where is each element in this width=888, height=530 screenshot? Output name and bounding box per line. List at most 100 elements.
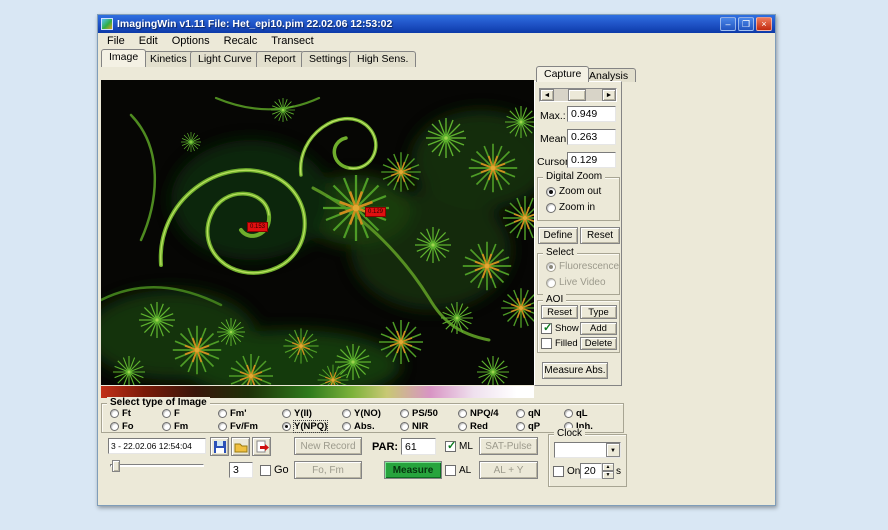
par-field[interactable]	[401, 438, 436, 455]
define-button[interactable]: Define	[538, 227, 578, 244]
aoi-reset-button[interactable]: Reset	[541, 305, 578, 319]
menu-edit[interactable]: Edit	[132, 35, 165, 47]
clock-interval-field[interactable]	[580, 463, 602, 479]
image-type-fm[interactable]: Fm	[162, 421, 218, 432]
aoi-add-button[interactable]: Add	[580, 322, 617, 335]
cursor-value-field[interactable]	[567, 152, 616, 168]
radio-icon	[400, 422, 409, 431]
save-icon	[213, 440, 226, 453]
window-title: ImagingWin v1.11 File: Het_epi10.pim 22.…	[117, 18, 393, 30]
image-type-f[interactable]: F	[162, 408, 218, 419]
tab-high-sens[interactable]: High Sens.	[349, 51, 417, 67]
aoi-show-checkbox[interactable]: Show	[541, 321, 579, 334]
image-type-ft[interactable]: Ft	[110, 408, 162, 419]
live-video-option[interactable]: Live Video	[546, 277, 606, 288]
max-label: Max.:	[540, 110, 566, 122]
tab-kinetics[interactable]: Kinetics	[142, 51, 195, 67]
measure-button[interactable]: Measure	[384, 461, 442, 479]
al-y-button[interactable]: AL + Y	[479, 461, 538, 479]
image-type-qn[interactable]: qN	[516, 408, 564, 419]
scroll-right-icon[interactable]: ►	[602, 89, 616, 101]
image-type-label: Fm	[174, 421, 189, 432]
tab-report[interactable]: Report	[256, 51, 304, 67]
go-checkbox[interactable]: Go	[260, 464, 289, 476]
menu-options[interactable]: Options	[165, 35, 217, 47]
image-type-npq4[interactable]: NPQ/4	[458, 408, 516, 419]
image-type-abs[interactable]: Abs.	[342, 421, 400, 432]
image-type-ynpq[interactable]: Y(NPQ)	[282, 420, 342, 433]
export-icon	[256, 440, 269, 452]
scroll-left-icon[interactable]: ◄	[540, 89, 554, 101]
tab-settings[interactable]: Settings	[301, 51, 355, 67]
aoi-delete-button[interactable]: Delete	[580, 337, 617, 350]
fluorescence-image[interactable]: 0.153 0.129	[86, 80, 551, 400]
spin-up-icon[interactable]: ▲	[602, 463, 614, 471]
fo-fm-button[interactable]: Fo, Fm	[294, 461, 362, 479]
folder-icon	[234, 443, 247, 452]
open-button[interactable]	[231, 437, 250, 456]
spin-down-icon[interactable]: ▼	[602, 471, 614, 479]
fluorescence-option[interactable]: Fluorescence	[546, 261, 619, 272]
save-button[interactable]	[210, 437, 229, 456]
image-type-yno[interactable]: Y(NO)	[342, 408, 400, 419]
image-type-fo[interactable]: Fo	[110, 421, 162, 432]
radio-icon	[218, 422, 227, 431]
image-type-ps50[interactable]: PS/50	[400, 408, 458, 419]
chevron-down-icon[interactable]: ▼	[606, 443, 620, 457]
tab-image[interactable]: Image	[101, 49, 147, 67]
title-bar[interactable]: ImagingWin v1.11 File: Het_epi10.pim 22.…	[98, 15, 775, 33]
image-type-fvfm[interactable]: Fv/Fm	[218, 421, 282, 432]
record-number-field[interactable]	[229, 462, 253, 478]
ml-checkbox[interactable]: ML	[445, 439, 473, 452]
app-window: ImagingWin v1.11 File: Het_epi10.pim 22.…	[86, 14, 776, 506]
sat-pulse-button[interactable]: SAT-Pulse	[479, 437, 538, 455]
clock-mode-dropdown[interactable]: ▼	[554, 442, 621, 458]
maximize-button[interactable]: ❐	[738, 17, 754, 31]
mean-value-field[interactable]	[567, 129, 616, 145]
image-type-label: Y(NPQ)	[292, 420, 329, 433]
export-button[interactable]	[252, 437, 271, 456]
aoi-type-button[interactable]: Type	[580, 305, 617, 319]
image-scrollbar[interactable]: ◄ ►	[539, 88, 617, 102]
trackbar-thumb[interactable]	[112, 460, 120, 472]
al-checkbox[interactable]: AL	[445, 465, 471, 476]
image-type-red[interactable]: Red	[458, 421, 516, 432]
image-type-nir[interactable]: NIR	[400, 421, 458, 432]
al-label: AL	[459, 465, 472, 476]
record-trackbar[interactable]	[108, 459, 206, 473]
menu-file[interactable]: File	[100, 35, 132, 47]
max-value-field[interactable]	[567, 106, 616, 122]
menu-recalc[interactable]: Recalc	[217, 35, 265, 47]
menu-transect[interactable]: Transect	[264, 35, 320, 47]
new-record-button[interactable]: New Record	[294, 437, 362, 455]
radio-icon	[162, 422, 171, 431]
clock-on-checkbox[interactable]: On	[553, 466, 580, 477]
radio-icon	[516, 409, 525, 418]
scrollbar-thumb[interactable]	[568, 89, 586, 101]
zoom-in-option[interactable]: Zoom in	[546, 202, 595, 213]
tab-analysis[interactable]: Analysis	[581, 68, 637, 82]
tab-capture[interactable]: Capture	[536, 66, 590, 82]
measure-abs-button[interactable]: Measure Abs.	[542, 362, 608, 379]
zoom-reset-button[interactable]: Reset	[580, 227, 620, 244]
image-type-yii[interactable]: Y(II)	[282, 408, 342, 419]
zoom-out-label: Zoom out	[559, 186, 602, 197]
clock-interval-spinner[interactable]: ▲ ▼	[602, 463, 614, 479]
close-button[interactable]: ×	[756, 17, 772, 31]
radio-icon	[162, 409, 171, 418]
image-type-fmp[interactable]: Fm'	[218, 408, 282, 419]
tab-light-curve[interactable]: Light Curve	[190, 51, 260, 67]
image-type-label: Fv/Fm	[230, 421, 258, 432]
trackbar-track	[110, 464, 204, 467]
image-type-ql[interactable]: qL	[564, 408, 610, 419]
record-selector-field[interactable]	[108, 438, 206, 454]
minimize-button[interactable]: –	[720, 17, 736, 31]
select-source-group: Select Fluorescence Live Video	[537, 247, 620, 295]
aoi-filled-checkbox[interactable]: Filled	[541, 338, 578, 349]
zoom-out-option[interactable]: Zoom out	[546, 186, 601, 197]
go-label: Go	[274, 464, 289, 476]
image-type-label: Fo	[122, 421, 134, 432]
aoi-marker[interactable]: 0.153	[247, 222, 269, 232]
aoi-marker[interactable]: 0.129	[365, 207, 387, 217]
radio-icon	[342, 409, 351, 418]
